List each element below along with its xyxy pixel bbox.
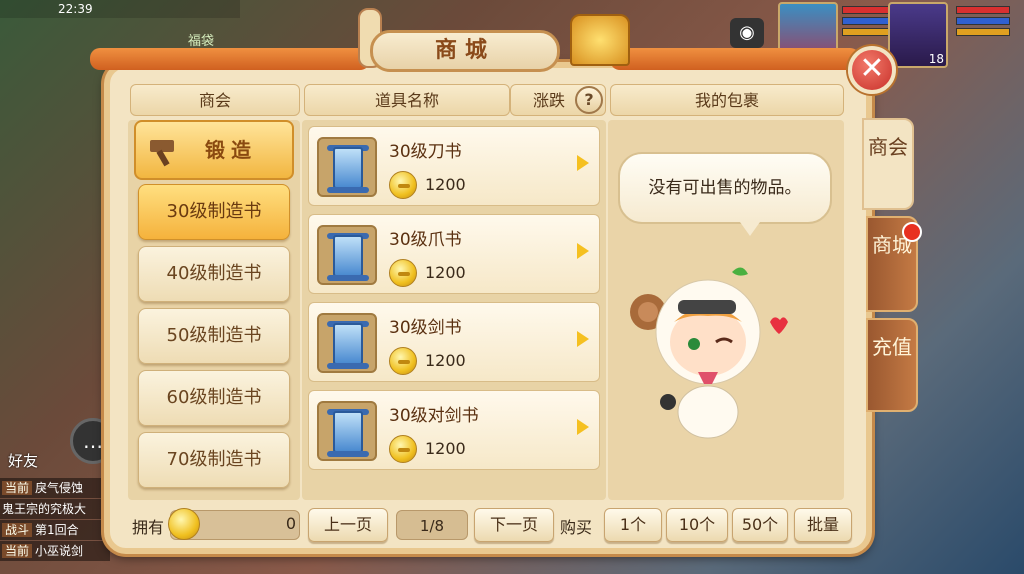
coin-icon: [389, 347, 417, 375]
owned-label: 拥有: [132, 518, 165, 537]
item-list: 30级刀书 1200 30级爪书 1200 30级剑书 1200 30级对剑书 …: [302, 120, 606, 500]
treasure-icon: [570, 14, 630, 66]
ribbon-left: [90, 48, 370, 70]
camera-icon[interactable]: ◉: [730, 18, 764, 48]
hammer-icon: [150, 140, 184, 167]
friend-label[interactable]: 好友: [8, 450, 38, 471]
sheep-mascot-icon: [630, 267, 788, 439]
scroll-icon: [317, 137, 377, 197]
item-name: 30级爪书: [389, 230, 462, 250]
coin-icon: [389, 435, 417, 463]
item-price: 1200: [425, 439, 466, 458]
forge-button[interactable]: 锻造: [134, 120, 294, 180]
item-price: 1200: [425, 175, 466, 194]
help-icon[interactable]: ?: [575, 86, 603, 114]
arrow-right-icon: [577, 331, 589, 347]
item-price: 1200: [425, 263, 466, 282]
scroll-icon: [317, 225, 377, 285]
buy-50-button[interactable]: 50个: [732, 508, 788, 542]
party-portrait-2[interactable]: 18: [888, 2, 948, 68]
list-item[interactable]: 30级剑书 1200: [308, 302, 600, 382]
status-bar: 22:39: [0, 0, 240, 18]
chat-log: 当前 戾气侵蚀 鬼王宗的究极大 战斗 第1回合 当前 小巫说剑: [0, 478, 110, 562]
bag-empty-message: 没有可出售的物品。: [618, 152, 832, 236]
arrow-right-icon: [577, 419, 589, 435]
chat-line: 战斗 第1回合: [0, 520, 110, 540]
bulk-buy-button[interactable]: 批量: [794, 508, 852, 542]
portrait-level: 18: [928, 52, 944, 66]
item-name: 30级刀书: [389, 142, 462, 162]
coin-icon: [168, 508, 200, 540]
owned-value: 0: [285, 514, 296, 533]
item-name: 30级对剑书: [389, 406, 479, 426]
tab-guild[interactable]: 商会: [862, 118, 914, 210]
coin-icon: [389, 171, 417, 199]
notification-badge: [902, 222, 922, 242]
category-40[interactable]: 40级制造书: [138, 246, 290, 302]
buy-10-button[interactable]: 10个: [666, 508, 728, 542]
prev-page-button[interactable]: 上一页: [308, 508, 388, 542]
page-title: 商城: [370, 30, 560, 72]
page-indicator: 1/8: [396, 510, 468, 540]
category-60[interactable]: 60级制造书: [138, 370, 290, 426]
category-50[interactable]: 50级制造书: [138, 308, 290, 364]
buy-1-button[interactable]: 1个: [604, 508, 662, 542]
next-page-button[interactable]: 下一页: [474, 508, 554, 542]
scroll-icon: [317, 401, 377, 461]
scroll-icon: [317, 313, 377, 373]
item-name: 30级剑书: [389, 318, 462, 338]
list-item[interactable]: 30级爪书 1200: [308, 214, 600, 294]
item-price: 1200: [425, 351, 466, 370]
bg-label: 福袋: [188, 34, 215, 49]
arrow-right-icon: [577, 243, 589, 259]
category-70[interactable]: 70级制造书: [138, 432, 290, 488]
time: 22:39: [58, 2, 93, 16]
ribbon-right: [610, 48, 860, 70]
category-list: 锻造 30级制造书 40级制造书 50级制造书 60级制造书 70级制造书: [128, 120, 300, 500]
coin-icon: [389, 259, 417, 287]
close-button[interactable]: ✕: [848, 46, 896, 94]
chat-line: 鬼王宗的究极大: [0, 499, 110, 519]
header-guild: 商会: [130, 84, 300, 116]
chat-line: 当前 戾气侵蚀: [0, 478, 110, 498]
arrow-right-icon: [577, 155, 589, 171]
buy-label: 购买: [560, 518, 593, 537]
list-item[interactable]: 30级刀书 1200: [308, 126, 600, 206]
chat-line: 当前 小巫说剑: [0, 541, 110, 561]
category-30[interactable]: 30级制造书: [138, 184, 290, 240]
list-item[interactable]: 30级对剑书 1200: [308, 390, 600, 470]
header-item-name: 道具名称: [304, 84, 510, 116]
header-my-bag: 我的包裹: [610, 84, 844, 116]
tab-recharge[interactable]: 充值: [866, 318, 918, 412]
party-bars-2: [956, 6, 1010, 39]
